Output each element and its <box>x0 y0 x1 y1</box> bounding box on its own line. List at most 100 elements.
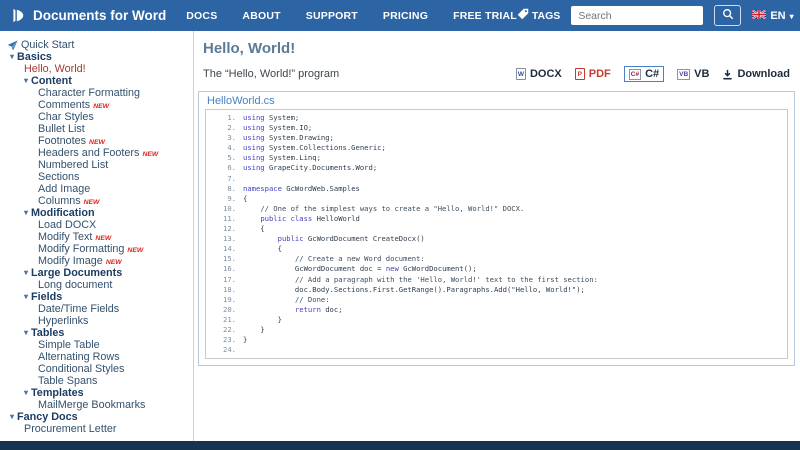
sidebar-item-sections[interactable]: Sections <box>0 171 193 183</box>
line-number: 24. <box>223 345 236 355</box>
code-line: 13. public GcWordDocument CreateDocx() <box>206 234 783 244</box>
code-line: 1. using System; <box>206 113 783 123</box>
sidebar-item-label: Templates <box>31 387 84 399</box>
line-number: 6. <box>227 163 236 173</box>
download-button[interactable]: Download <box>722 68 790 80</box>
sidebar-item-fields[interactable]: ▾ Fields <box>0 291 193 303</box>
code-line: 14. { <box>206 244 783 254</box>
sidebar: Quick Start ▾ Basics Hello, World! ▾ Content C… <box>0 31 194 441</box>
search-input[interactable] <box>571 6 704 25</box>
sidebar-item-label: Tables <box>31 327 65 339</box>
docx-button[interactable]: W DOCX <box>515 68 562 80</box>
nav-pricing[interactable]: PRICING <box>383 10 428 22</box>
sidebar-item-comments[interactable]: Comments NEW <box>0 99 193 111</box>
language-selector[interactable]: EN ▾ <box>751 8 794 22</box>
sidebar-item-tables[interactable]: ▾ Tables <box>0 327 193 339</box>
sidebar-item-mailmerge-bookmarks[interactable]: MailMerge Bookmarks <box>0 399 193 411</box>
code-line: 8. namespace GcWordWeb.Samples <box>206 184 783 194</box>
tree-collapse-caret-icon[interactable]: ▾ <box>10 413 14 421</box>
sidebar-item-quick-start[interactable]: Quick Start <box>0 39 193 51</box>
search-button[interactable] <box>714 5 742 26</box>
word-file-icon: W <box>515 68 526 80</box>
code-line: 21. } <box>206 315 783 325</box>
csharp-toggle-button[interactable]: C# C# <box>623 66 665 82</box>
header-right: TAGS Search EN ▾ <box>517 5 794 26</box>
line-number: 20. <box>223 304 236 314</box>
sidebar-item-label: Modify Formatting <box>38 243 125 255</box>
sidebar-item-numbered-list[interactable]: Numbered List <box>0 159 193 171</box>
tree-collapse-caret-icon[interactable]: ▾ <box>24 329 28 337</box>
tree-collapse-caret-icon[interactable]: ▾ <box>24 389 28 397</box>
footer-bar <box>0 441 800 450</box>
sidebar-item-conditional-styles[interactable]: Conditional Styles <box>0 363 193 375</box>
sidebar-item-label: Quick Start <box>21 39 75 51</box>
sidebar-item-long-document[interactable]: Long document <box>0 279 193 291</box>
sidebar-item-label: Fields <box>31 291 63 303</box>
nav-about[interactable]: ABOUT <box>242 10 280 22</box>
line-number: 14. <box>223 244 236 254</box>
nav-support[interactable]: SUPPORT <box>306 10 358 22</box>
sidebar-item-modify-formatting[interactable]: Modify Formatting NEW <box>0 243 193 255</box>
line-number: 18. <box>223 284 236 294</box>
sidebar-item-label: Modify Text <box>38 231 93 243</box>
sidebar-item-modification[interactable]: ▾ Modification <box>0 207 193 219</box>
pdf-button[interactable]: P PDF <box>574 68 611 80</box>
line-number: 5. <box>227 153 236 163</box>
vb-icon: VB <box>677 68 691 80</box>
tree-collapse-caret-icon[interactable]: ▾ <box>10 53 14 61</box>
tree-collapse-caret-icon[interactable]: ▾ <box>24 77 28 85</box>
sidebar-item-fancy-docs[interactable]: ▾ Fancy Docs <box>0 411 193 423</box>
new-badge: NEW <box>95 234 112 242</box>
sidebar-item-bullet-list[interactable]: Bullet List <box>0 123 193 135</box>
nav-docs[interactable]: DOCS <box>186 10 217 22</box>
sidebar-item-columns[interactable]: Columns NEW <box>0 195 193 207</box>
line-number: 10. <box>223 203 236 213</box>
sidebar-item-hyperlinks[interactable]: Hyperlinks <box>0 315 193 327</box>
main-content: Hello, World! The “Hello, World!” progra… <box>194 31 800 441</box>
sidebar-item-add-image[interactable]: Add Image <box>0 183 193 195</box>
code-line: 12. { <box>206 224 783 234</box>
line-number: 19. <box>223 294 236 304</box>
sidebar-item-table-spans[interactable]: Table Spans <box>0 375 193 387</box>
sidebar-item-footnotes[interactable]: Footnotes NEW <box>0 135 193 147</box>
tree-collapse-caret-icon[interactable]: ▾ <box>24 269 28 277</box>
sidebar-item-char-styles[interactable]: Char Styles <box>0 111 193 123</box>
sidebar-item-large-documents[interactable]: ▾ Large Documents <box>0 267 193 279</box>
sidebar-item-label: Add Image <box>38 183 91 195</box>
sidebar-item-character-formatting[interactable]: Character Formatting <box>0 87 193 99</box>
vb-label: VB <box>694 68 710 80</box>
new-badge: NEW <box>142 150 159 158</box>
code-line: 10. // One of the simplest ways to creat… <box>206 204 783 214</box>
line-number: 12. <box>223 224 236 234</box>
sidebar-item-templates[interactable]: ▾ Templates <box>0 387 193 399</box>
line-number: 17. <box>223 274 236 284</box>
sidebar-item-label: Character Formatting <box>38 87 141 99</box>
sidebar-item-label: Modification <box>31 207 95 219</box>
code-line: 20. return doc; <box>206 305 783 315</box>
sidebar-item-alternating-rows[interactable]: Alternating Rows <box>0 351 193 363</box>
sidebar-item-content[interactable]: ▾ Content <box>0 75 193 87</box>
sidebar-item-hello-world[interactable]: Hello, World! <box>0 63 193 75</box>
vb-toggle-button[interactable]: VB VB <box>677 68 709 80</box>
line-number: 9. <box>227 193 236 203</box>
tags-link[interactable]: TAGS <box>517 8 560 23</box>
sidebar-item-procurement-letter[interactable]: Procurement Letter <box>0 423 193 435</box>
sidebar-item-load-docx[interactable]: Load DOCX <box>0 219 193 231</box>
sidebar-item-label: Footnotes <box>38 135 87 147</box>
sidebar-item-headers-and-footers[interactable]: Headers and Footers NEW <box>0 147 193 159</box>
tree-collapse-caret-icon[interactable]: ▾ <box>24 209 28 217</box>
top-navbar: Documents for Word DOCS ABOUT SUPPORT PRICI… <box>0 0 800 31</box>
line-number: 13. <box>223 234 236 244</box>
brand[interactable]: Documents for Word <box>10 7 166 24</box>
docx-label: DOCX <box>529 68 562 80</box>
line-number: 1. <box>227 113 236 122</box>
sidebar-item-modify-text[interactable]: Modify Text NEW <box>0 231 193 243</box>
sidebar-item-date-time-fields[interactable]: Date/Time Fields <box>0 303 193 315</box>
brand-logo-icon <box>10 7 27 24</box>
sidebar-item-simple-table[interactable]: Simple Table <box>0 339 193 351</box>
line-number: 11. <box>223 213 236 223</box>
tree-collapse-caret-icon[interactable]: ▾ <box>24 293 28 301</box>
nav-free-trial[interactable]: FREE TRIAL <box>453 10 517 22</box>
sidebar-item-basics[interactable]: ▾ Basics <box>0 51 193 63</box>
sidebar-item-modify-image[interactable]: Modify Image NEW <box>0 255 193 267</box>
